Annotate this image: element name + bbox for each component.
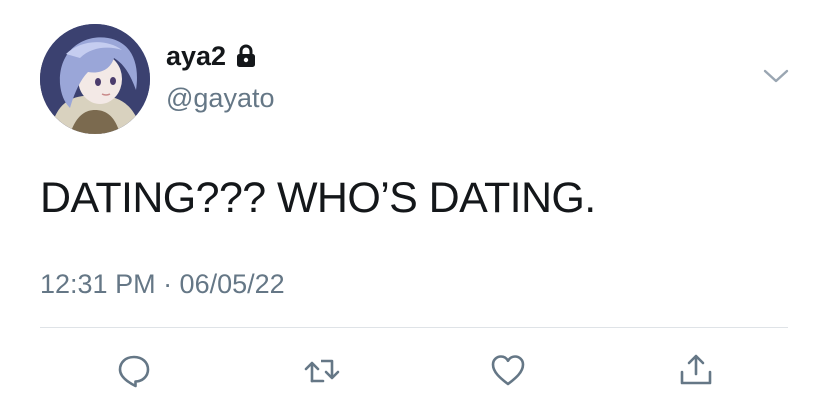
share-button[interactable] <box>676 350 716 390</box>
like-button[interactable] <box>488 350 528 390</box>
tweet-text: DATING??? WHO’S DATING. <box>40 174 596 222</box>
avatar[interactable] <box>40 24 150 134</box>
lock-icon <box>237 44 256 67</box>
retweet-icon <box>304 359 340 383</box>
avatar-image <box>40 24 150 134</box>
divider <box>40 327 788 328</box>
tweet-card: aya2 @gayato DATING??? WHO’S DATING. 12:… <box>0 0 828 417</box>
retweet-button[interactable] <box>302 350 342 390</box>
tweet-timestamp[interactable]: 12:31 PM · 06/05/22 <box>40 267 285 301</box>
reply-icon <box>118 355 150 388</box>
reply-button[interactable] <box>114 350 154 390</box>
chevron-down-icon[interactable] <box>763 67 789 85</box>
user-handle[interactable]: @gayato <box>166 82 274 114</box>
like-icon <box>491 355 525 386</box>
display-name[interactable]: aya2 <box>166 40 226 72</box>
author-name-row[interactable]: aya2 <box>166 40 257 72</box>
share-icon <box>680 354 712 385</box>
